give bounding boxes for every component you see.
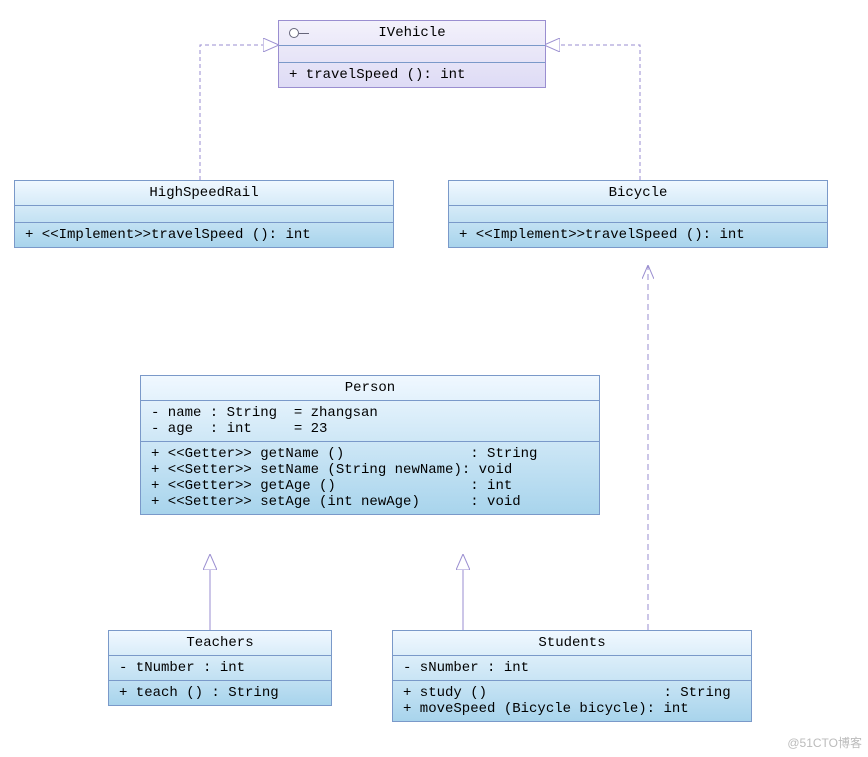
class-ivehicle: IVehicle + travelSpeed (): int bbox=[278, 20, 546, 88]
class-title: HighSpeedRail bbox=[15, 181, 393, 206]
watermark: @51CTO博客 bbox=[787, 734, 862, 751]
edge-highspeedrail-ivehicle bbox=[200, 45, 278, 180]
class-methods: + <<Implement>>travelSpeed (): int bbox=[15, 223, 393, 247]
class-attrs: - sNumber : int bbox=[393, 656, 751, 681]
class-teachers: Teachers - tNumber : int + teach () : St… bbox=[108, 630, 332, 706]
class-title: IVehicle bbox=[279, 21, 545, 46]
class-methods: + <<Getter>> getName () : String + <<Set… bbox=[141, 442, 599, 514]
class-methods: + study () : String + moveSpeed (Bicycle… bbox=[393, 681, 751, 721]
class-attr-compartment bbox=[279, 46, 545, 63]
class-methods: + travelSpeed (): int bbox=[279, 63, 545, 87]
class-methods: + <<Implement>>travelSpeed (): int bbox=[449, 223, 827, 247]
class-title: Teachers bbox=[109, 631, 331, 656]
class-methods: + teach () : String bbox=[109, 681, 331, 705]
class-attr-compartment bbox=[15, 206, 393, 223]
class-attr-compartment bbox=[449, 206, 827, 223]
class-title: Students bbox=[393, 631, 751, 656]
class-person: Person - name : String = zhangsan - age … bbox=[140, 375, 600, 515]
class-attrs: - tNumber : int bbox=[109, 656, 331, 681]
class-title: Bicycle bbox=[449, 181, 827, 206]
class-students: Students - sNumber : int + study () : St… bbox=[392, 630, 752, 722]
class-bicycle: Bicycle + <<Implement>>travelSpeed (): i… bbox=[448, 180, 828, 248]
edge-bicycle-ivehicle bbox=[545, 45, 640, 180]
class-highspeedrail: HighSpeedRail + <<Implement>>travelSpeed… bbox=[14, 180, 394, 248]
class-title: Person bbox=[141, 376, 599, 401]
class-attrs: - name : String = zhangsan - age : int =… bbox=[141, 401, 599, 442]
